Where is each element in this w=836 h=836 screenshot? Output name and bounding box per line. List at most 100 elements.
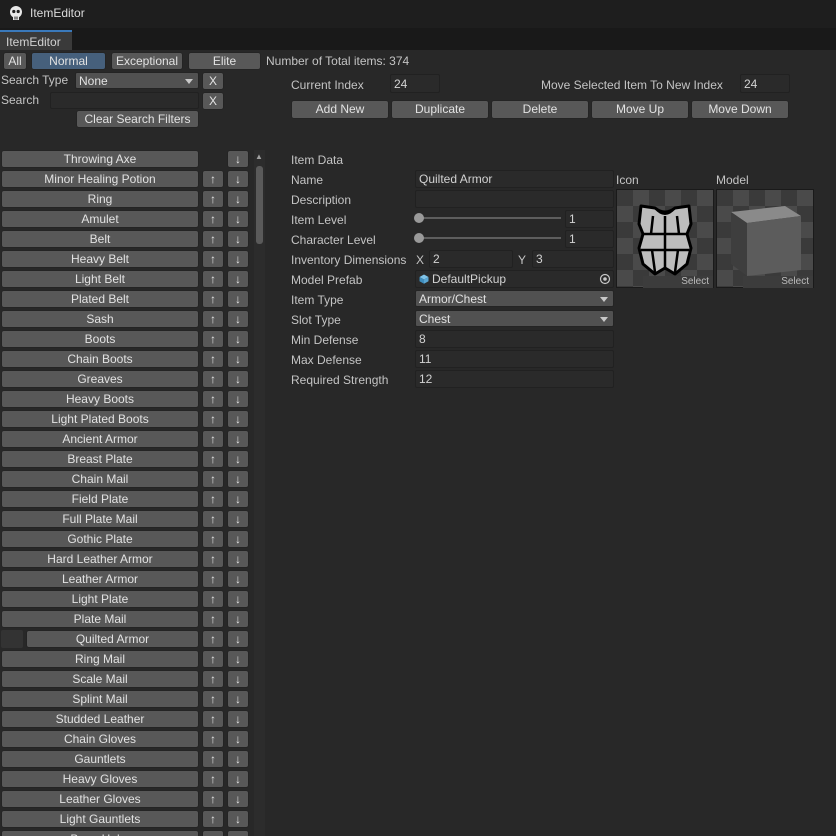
object-picker-icon[interactable] [599, 273, 611, 285]
icon-preview[interactable]: Select [616, 189, 714, 288]
item-select-button[interactable]: Minor Healing Potion [1, 170, 199, 188]
model-prefab-field[interactable]: DefaultPickup [415, 270, 614, 288]
item-select-button[interactable]: Ancient Armor [1, 430, 199, 448]
move-item-down-button[interactable]: ↓ [227, 730, 249, 748]
required-strength-field[interactable]: 12 [415, 370, 614, 388]
move-item-down-button[interactable]: ↓ [227, 630, 249, 648]
move-item-down-button[interactable]: ↓ [227, 370, 249, 388]
icon-select-button[interactable]: Select [643, 276, 713, 288]
move-item-up-button[interactable]: ↑ [202, 510, 224, 528]
move-item-down-button[interactable]: ↓ [227, 750, 249, 768]
move-item-down-button[interactable]: ↓ [227, 350, 249, 368]
item-select-button[interactable]: Light Plate [1, 590, 199, 608]
tab-item-editor[interactable]: ItemEditor [0, 30, 72, 50]
move-item-down-button[interactable]: ↓ [227, 410, 249, 428]
move-item-up-button[interactable]: ↑ [202, 730, 224, 748]
item-type-dropdown[interactable]: Armor/Chest [415, 290, 614, 307]
move-item-down-button[interactable]: ↓ [227, 670, 249, 688]
move-item-down-button[interactable]: ↓ [227, 170, 249, 188]
move-index-field[interactable]: 24 [740, 74, 790, 93]
item-select-button[interactable]: Scale Mail [1, 670, 199, 688]
move-item-up-button[interactable]: ↑ [202, 830, 224, 836]
model-select-button[interactable]: Select [743, 276, 813, 288]
item-select-button[interactable]: Studded Leather [1, 710, 199, 728]
move-item-up-button[interactable]: ↑ [202, 450, 224, 468]
move-item-down-button[interactable]: ↓ [227, 230, 249, 248]
filter-all-button[interactable]: All [3, 52, 27, 70]
move-item-down-button[interactable]: ↓ [227, 250, 249, 268]
move-item-down-button[interactable]: ↓ [227, 190, 249, 208]
move-item-down-button[interactable]: ↓ [227, 330, 249, 348]
model-preview[interactable]: Select [716, 189, 814, 288]
move-item-up-button[interactable]: ↑ [202, 350, 224, 368]
current-index-field[interactable]: 24 [390, 74, 440, 93]
move-item-up-button[interactable]: ↑ [202, 710, 224, 728]
item-select-button[interactable]: Breast Plate [1, 450, 199, 468]
item-select-button[interactable]: Boots [1, 330, 199, 348]
move-item-down-button[interactable]: ↓ [227, 690, 249, 708]
move-item-up-button[interactable]: ↑ [202, 170, 224, 188]
move-item-down-button[interactable]: ↓ [227, 430, 249, 448]
move-item-down-button[interactable]: ↓ [227, 650, 249, 668]
inv-y-field[interactable]: 3 [532, 250, 614, 268]
move-item-up-button[interactable]: ↑ [202, 230, 224, 248]
move-item-up-button[interactable]: ↑ [202, 270, 224, 288]
move-item-down-button[interactable]: ↓ [227, 770, 249, 788]
item-select-button[interactable]: Heavy Belt [1, 250, 199, 268]
item-select-button[interactable]: Amulet [1, 210, 199, 228]
item-select-button[interactable]: Heavy Gloves [1, 770, 199, 788]
item-select-button[interactable]: Quilted Armor [26, 630, 199, 648]
move-item-up-button[interactable]: ↑ [202, 610, 224, 628]
move-item-down-button[interactable]: ↓ [227, 390, 249, 408]
inv-x-field[interactable]: 2 [429, 250, 513, 268]
move-item-down-button[interactable]: ↓ [227, 830, 249, 836]
move-item-up-button[interactable]: ↑ [202, 810, 224, 828]
move-item-up-button[interactable]: ↑ [202, 290, 224, 308]
move-item-down-button[interactable]: ↓ [227, 570, 249, 588]
item-select-button[interactable]: Plated Belt [1, 290, 199, 308]
item-select-button[interactable]: Light Belt [1, 270, 199, 288]
item-select-button[interactable]: Belt [1, 230, 199, 248]
move-item-up-button[interactable]: ↑ [202, 750, 224, 768]
move-item-up-button[interactable]: ↑ [202, 670, 224, 688]
min-defense-field[interactable]: 8 [415, 330, 614, 348]
move-item-up-button[interactable]: ↑ [202, 190, 224, 208]
move-item-up-button[interactable]: ↑ [202, 370, 224, 388]
move-item-down-button[interactable]: ↓ [227, 310, 249, 328]
move-item-down-button[interactable]: ↓ [227, 210, 249, 228]
search-input[interactable] [50, 92, 199, 109]
item-select-button[interactable]: Ring [1, 190, 199, 208]
move-item-up-button[interactable]: ↑ [202, 630, 224, 648]
clear-search-type-button[interactable]: X [202, 72, 224, 90]
item-select-button[interactable]: Hard Leather Armor [1, 550, 199, 568]
move-item-up-button[interactable]: ↑ [202, 590, 224, 608]
filter-exceptional-button[interactable]: Exceptional [111, 52, 183, 70]
item-select-button[interactable]: Throwing Axe [1, 150, 199, 168]
clear-search-button[interactable]: X [202, 92, 224, 110]
move-item-up-button[interactable]: ↑ [202, 210, 224, 228]
move-item-down-button[interactable]: ↓ [227, 470, 249, 488]
move-item-up-button[interactable]: ↑ [202, 650, 224, 668]
move-item-up-button[interactable]: ↑ [202, 430, 224, 448]
move-item-down-button[interactable]: ↓ [227, 490, 249, 508]
item-select-button[interactable]: Light Gauntlets [1, 810, 199, 828]
clear-search-filters-button[interactable]: Clear Search Filters [76, 110, 199, 128]
filter-normal-button[interactable]: Normal [31, 52, 106, 70]
move-item-up-button[interactable]: ↑ [202, 390, 224, 408]
item-select-button[interactable]: Light Plated Boots [1, 410, 199, 428]
item-select-button[interactable]: Ring Mail [1, 650, 199, 668]
item-select-button[interactable]: Chain Gloves [1, 730, 199, 748]
move-item-up-button[interactable]: ↑ [202, 470, 224, 488]
move-item-up-button[interactable]: ↑ [202, 330, 224, 348]
item-select-button[interactable]: Gauntlets [1, 750, 199, 768]
duplicate-button[interactable]: Duplicate [391, 100, 489, 119]
delete-button[interactable]: Delete [491, 100, 589, 119]
item-level-field[interactable]: 1 [565, 210, 614, 228]
move-item-down-button[interactable]: ↓ [227, 550, 249, 568]
move-item-up-button[interactable]: ↑ [202, 530, 224, 548]
move-item-down-button[interactable]: ↓ [227, 530, 249, 548]
move-item-down-button[interactable]: ↓ [227, 610, 249, 628]
name-field[interactable]: Quilted Armor [415, 170, 614, 188]
item-select-button[interactable]: Full Plate Mail [1, 510, 199, 528]
move-down-button[interactable]: Move Down [691, 100, 789, 119]
